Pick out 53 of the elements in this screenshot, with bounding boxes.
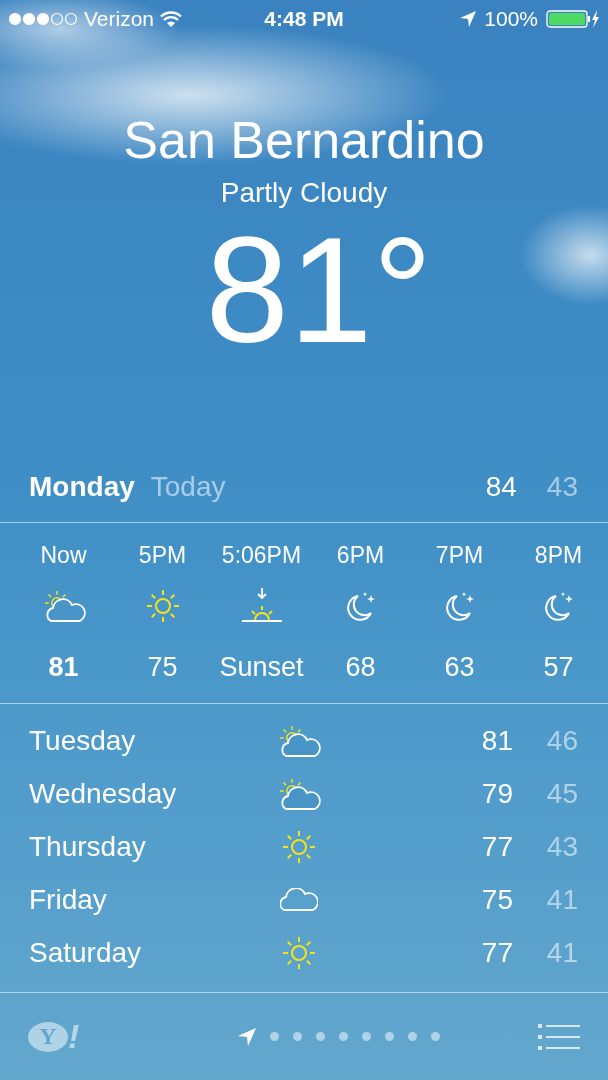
high-temperature: 75 [480, 883, 513, 916]
forecast-day: Wednesday [29, 777, 269, 810]
hour-label: 6PM [336, 541, 385, 570]
high-temperature: 81 [480, 724, 513, 757]
wifi-icon [160, 10, 183, 28]
forecast-day: Thursday [29, 830, 269, 863]
hour-label: 5PM [138, 541, 187, 570]
page-dot[interactable] [361, 1032, 371, 1041]
low-temperature: 41 [545, 883, 578, 916]
city-name: San Bernardino [123, 110, 485, 170]
battery-charging-icon [546, 9, 600, 29]
low-temperature: 45 [545, 777, 578, 810]
hour-temperature: 81 [48, 651, 79, 684]
page-dot[interactable] [338, 1032, 348, 1041]
low-temperature: 46 [545, 724, 578, 757]
location-arrow-icon[interactable] [237, 1027, 256, 1046]
page-dot[interactable] [407, 1032, 417, 1041]
battery-percentage: 100% [484, 7, 538, 31]
signal-strength-icon [8, 12, 78, 26]
page-dot[interactable] [430, 1032, 440, 1041]
location-arrow-icon [460, 11, 477, 27]
hour-label: 7PM [435, 541, 484, 570]
list-icon[interactable] [538, 1023, 580, 1050]
page-dot[interactable] [292, 1032, 302, 1041]
high-temperature: 79 [480, 777, 513, 810]
cloud-icon [280, 887, 318, 912]
page-dot[interactable] [384, 1032, 394, 1041]
hour-temperature: 57 [543, 651, 574, 684]
today-label: Today [150, 471, 226, 503]
hour-temperature: Sunset [219, 651, 304, 684]
high-temperature: 77 [480, 830, 513, 863]
current-temperature: 81° [205, 210, 433, 370]
hour-temperature: 63 [444, 651, 475, 684]
low-temperature: 41 [545, 936, 578, 969]
forecast-day: Saturday [29, 936, 269, 969]
today-day-name: Monday [29, 471, 135, 503]
status-time: 4:48 PM [264, 7, 344, 31]
hour-label: Now [40, 541, 87, 570]
high-temperature: 77 [480, 936, 513, 969]
hour-label: 8PM [534, 541, 583, 570]
forecast-day: Tuesday [29, 724, 269, 757]
hour-temperature: 68 [345, 651, 376, 684]
page-dot[interactable] [315, 1032, 325, 1041]
page-dot[interactable] [269, 1032, 279, 1041]
weather-condition: Partly Cloudy [220, 176, 388, 210]
low-temperature: 43 [546, 471, 578, 503]
low-temperature: 43 [545, 830, 578, 863]
hour-label: 5:06PM [221, 541, 302, 570]
forecast-day: Friday [29, 883, 269, 916]
carrier-name: Verizon [84, 7, 155, 31]
high-temperature: 84 [485, 471, 517, 503]
sunset-icon [239, 587, 284, 625]
hour-temperature: 75 [147, 651, 178, 684]
